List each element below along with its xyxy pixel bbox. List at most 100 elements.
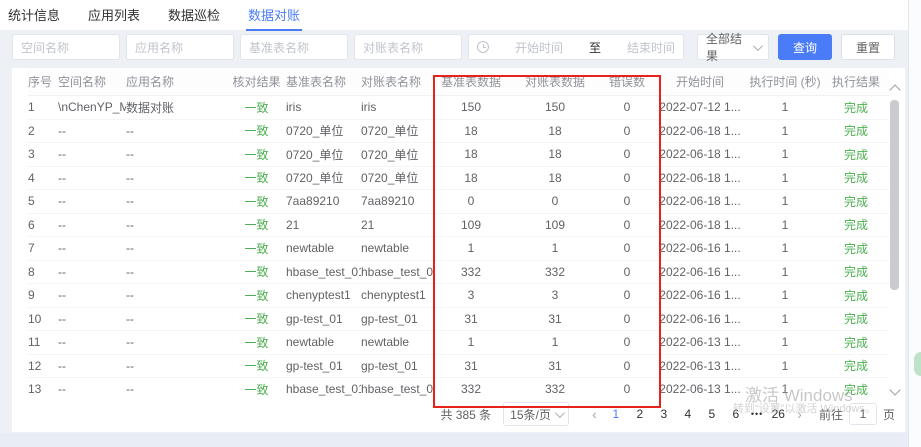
cell-target_rows: 3: [513, 288, 601, 302]
scrollbar-thumb[interactable]: [890, 100, 899, 290]
cell-check_result: 一致: [231, 334, 286, 351]
cell-error_count: 0: [601, 171, 657, 185]
page-number-5[interactable]: 5: [703, 407, 721, 421]
cell-text: 332: [545, 265, 565, 279]
cell-text: --: [126, 241, 134, 255]
cell-check_result: 一致: [231, 263, 286, 280]
end-time-placeholder: 结束时间: [627, 39, 675, 56]
next-page-button[interactable]: ›: [797, 406, 802, 422]
cell-check_result: 一致: [231, 240, 286, 257]
table-row: 5----一致7aa892107aa892100002022-06-18 1..…: [28, 190, 889, 214]
space-name-input[interactable]: 空间名称: [12, 34, 120, 60]
cell-app_name: 数据对账: [126, 99, 231, 116]
prev-page-button[interactable]: ‹: [592, 406, 597, 422]
cell-text: 150: [545, 100, 565, 114]
cell-exec_seconds: 1: [747, 288, 827, 302]
cell-base_rows: 109: [433, 218, 513, 232]
cell-target_table: 21: [361, 218, 433, 232]
cell-text: 12: [28, 359, 41, 373]
cell-text: 2022-06-13 1...: [659, 382, 740, 396]
table-row: 4----一致0720_单位0720_单位181802022-06-18 1..…: [28, 167, 889, 191]
base-table-input[interactable]: 基准表名称: [240, 34, 348, 60]
cell-text: gp-test_01: [361, 359, 418, 373]
cell-text: 2022-06-16 1...: [659, 241, 740, 255]
page-jump: 前往 页: [819, 403, 895, 425]
cell-text: 31: [464, 312, 477, 326]
cell-text: --: [126, 124, 134, 138]
app-name-input[interactable]: 应用名称: [126, 34, 234, 60]
page-size-select[interactable]: 15条/页: [503, 402, 569, 426]
cell-text: --: [58, 265, 66, 279]
status-text: 完成: [844, 359, 868, 373]
cell-check_result: 一致: [231, 287, 286, 304]
cell-exec_seconds: 1: [747, 312, 827, 326]
cell-text: 18: [464, 147, 477, 161]
cell-text: 332: [461, 265, 481, 279]
cell-exec_seconds: 1: [747, 241, 827, 255]
scroll-down-icon[interactable]: [889, 384, 900, 395]
cell-exec_result: 完成: [827, 122, 889, 139]
status-text: 一致: [244, 195, 268, 209]
cell-text: 0: [624, 100, 631, 114]
cell-text: newtable: [286, 241, 334, 255]
cell-base_table: 0720_单位: [286, 169, 361, 186]
tab-data-inspection[interactable]: 数据巡检: [166, 0, 222, 31]
cell-text: 0: [624, 147, 631, 161]
search-button[interactable]: 查询: [778, 34, 832, 60]
cell-space_name: --: [58, 124, 126, 138]
time-range-input[interactable]: 开始时间 至 结束时间: [468, 34, 684, 60]
cell-space_name: --: [58, 288, 126, 302]
table-row: 13----一致hbase_test_01hbase_test_01332332…: [28, 378, 889, 396]
page-number-1[interactable]: 1: [607, 407, 625, 421]
cell-text: 0: [552, 194, 559, 208]
cell-exec_result: 完成: [827, 193, 889, 210]
cell-target_rows: 1: [513, 241, 601, 255]
cell-text: 0720_单位: [286, 148, 343, 162]
tab-data-reconciliation[interactable]: 数据对账: [246, 0, 302, 31]
table-row: 9----一致chenyptest1chenyptest13302022-06-…: [28, 284, 889, 308]
page-ellipsis[interactable]: •••: [751, 409, 763, 419]
cell-text: newtable: [286, 335, 334, 349]
cell-text: 2022-06-18 1...: [659, 194, 740, 208]
page-number-6[interactable]: 6: [727, 407, 745, 421]
cell-text: 9: [28, 288, 35, 302]
cell-text: 18: [464, 171, 477, 185]
page-number-3[interactable]: 3: [655, 407, 673, 421]
cell-base_table: iris: [286, 100, 361, 114]
status-text: 完成: [844, 336, 868, 350]
cell-text: --: [126, 312, 134, 326]
cell-target_table: chenyptest1: [361, 288, 433, 302]
cell-text: 1: [552, 241, 559, 255]
reset-button[interactable]: 重置: [841, 34, 895, 60]
tab-app-list[interactable]: 应用列表: [86, 0, 142, 31]
cell-base_table: hbase_test_01: [286, 265, 361, 279]
cell-text: gp-test_01: [286, 359, 343, 373]
cell-text: 5: [28, 194, 35, 208]
cell-error_count: 0: [601, 382, 657, 396]
pagination-bar: 共 385 条 15条/页 ‹ 123456 ••• 26 › 前往 页: [12, 396, 905, 432]
cell-target_rows: 332: [513, 382, 601, 396]
page-number-last[interactable]: 26: [769, 407, 787, 421]
scroll-up-icon[interactable]: [889, 84, 900, 95]
cell-index: 7: [28, 241, 58, 255]
page-number-2[interactable]: 2: [631, 407, 649, 421]
table-row: 8----一致hbase_test_01hbase_test_013323320…: [28, 261, 889, 285]
tab-statistics[interactable]: 统计信息: [6, 0, 62, 31]
column-header-base_table: 基准表名称: [286, 73, 361, 90]
target-table-input[interactable]: 对账表名称: [354, 34, 462, 60]
status-text: 一致: [244, 218, 268, 232]
cell-exec_seconds: 1: [747, 124, 827, 138]
table-row: 6----一致212110910902022-06-18 1...1完成: [28, 214, 889, 238]
page-number-4[interactable]: 4: [679, 407, 697, 421]
result-filter-select[interactable]: 全部结果: [697, 34, 769, 60]
cell-base_rows: 18: [433, 171, 513, 185]
cell-text: 109: [545, 218, 565, 232]
jump-page-input[interactable]: [849, 403, 877, 425]
cell-text: 1: [782, 147, 789, 161]
status-text: 完成: [844, 265, 868, 279]
cell-target_table: 7aa89210: [361, 194, 433, 208]
cell-index: 1: [28, 100, 58, 114]
cell-text: 21: [286, 218, 299, 232]
cell-start_time: 2022-06-13 1...: [657, 382, 747, 396]
cell-base_rows: 18: [433, 124, 513, 138]
